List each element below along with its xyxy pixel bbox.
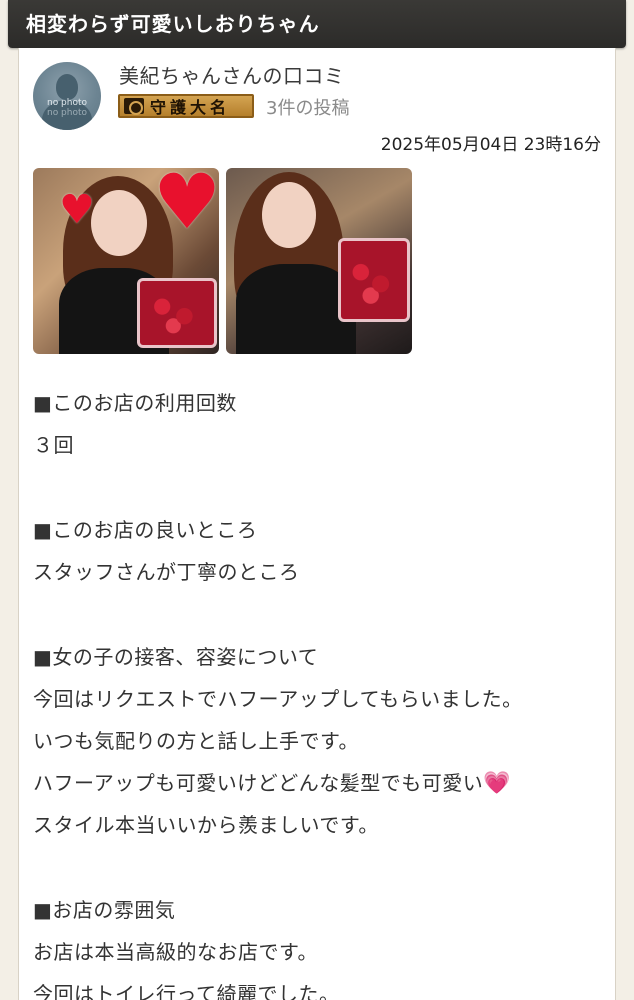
- service-text-line-2: いつも気配りの方と話し上手です。: [33, 729, 359, 753]
- section-heading-visit-count: ■このお店の利用回数: [33, 391, 237, 415]
- photo-face-shape: [91, 190, 147, 256]
- heart-sticker-small-icon: ♥: [59, 187, 95, 233]
- rank-text: 守護大名: [150, 98, 231, 117]
- atmosphere-text-line-2: 今回はトイレ行って綺麗でした。: [33, 982, 340, 1000]
- atmosphere-text-line-1: お店は本当高級的なお店です。: [33, 940, 318, 964]
- section-heading-atmosphere: ■お店の雰囲気: [33, 898, 176, 922]
- review-photo-1[interactable]: ♥ ♥: [33, 168, 219, 354]
- good-points-text: スタッフさんが丁寧のところ: [33, 560, 300, 584]
- post-count[interactable]: 3件の投稿: [266, 94, 349, 120]
- section-heading-service-appearance: ■女の子の接客、容姿について: [33, 645, 319, 669]
- review-card: no photo no photo 美紀ちゃんさんの口コミ 守護大名 3件の投稿…: [18, 48, 616, 1000]
- pink-heart-icon: 💗: [483, 771, 512, 796]
- avatar-no-photo-reflection: no photo: [46, 108, 88, 118]
- service-text-line-1: 今回はリクエストでハフーアップしてもらいました。: [33, 687, 523, 711]
- reviewer-name[interactable]: 美紀ちゃんさんの口コミ: [119, 60, 345, 89]
- rose-box-shape: [338, 238, 410, 322]
- review-title: 相変わらず可愛いしおりちゃん: [26, 12, 320, 36]
- avatar[interactable]: no photo no photo: [33, 62, 101, 130]
- review-photo-2[interactable]: [226, 168, 412, 354]
- rose-box-shape: [137, 278, 217, 348]
- avatar-head-shape: [56, 74, 78, 100]
- photo-face-shape: [262, 182, 316, 248]
- review-body: ■このお店の利用回数 ３回 ■このお店の良いところ スタッフさんが丁寧のところ …: [33, 382, 603, 1000]
- section-heading-good-points: ■このお店の良いところ: [33, 518, 258, 542]
- rank-badge: 守護大名: [118, 94, 254, 118]
- avatar-no-photo-label: no photo: [46, 98, 88, 108]
- service-text-line-3: ハフーアップも可愛いけどどんな髪型でも可愛い: [33, 771, 484, 795]
- family-crest-icon: [124, 98, 144, 115]
- post-timestamp: 2025年05月04日 23時16分: [380, 135, 601, 155]
- review-page: 相変わらず可愛いしおりちゃん no photo no photo 美紀ちゃんさん…: [0, 0, 634, 1000]
- visit-count-text: ３回: [33, 433, 74, 457]
- service-text-line-3-row: ハフーアップも可愛いけどどんな髪型でも可愛い💗: [33, 762, 603, 804]
- service-text-line-4: スタイル本当いいから羨ましいです。: [33, 813, 379, 837]
- heart-sticker-icon: ♥: [153, 168, 219, 246]
- title-bar: 相変わらず可愛いしおりちゃん: [8, 0, 626, 48]
